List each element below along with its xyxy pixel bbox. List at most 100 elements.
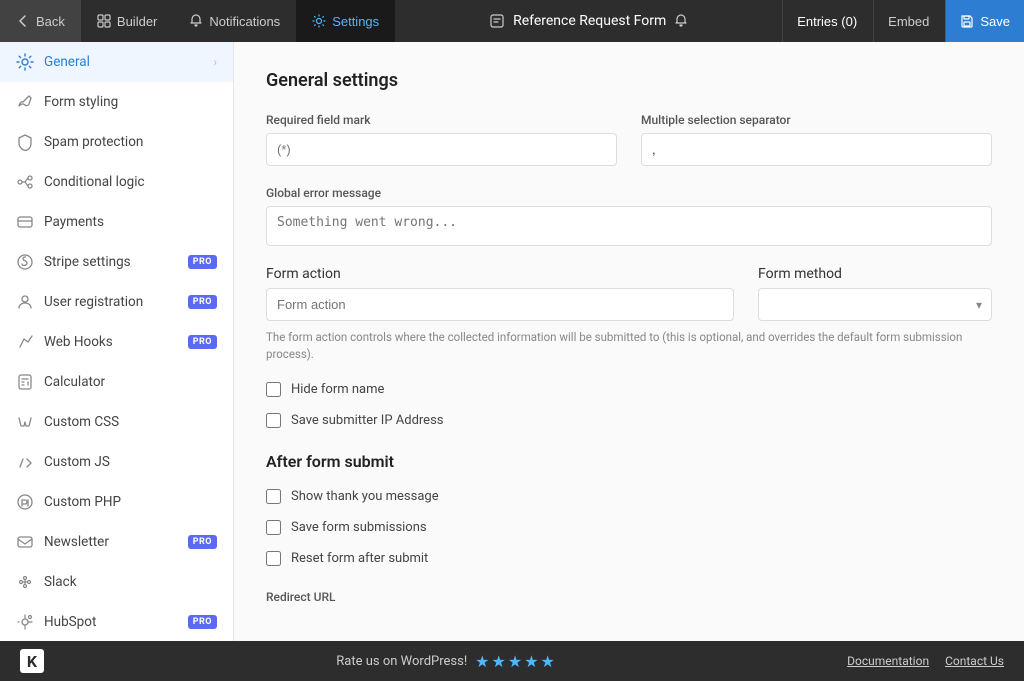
notifications-label: Notifications	[209, 14, 280, 29]
form-action-input[interactable]	[266, 288, 734, 321]
sidebar: General › Form styling Spam protection C…	[0, 42, 234, 641]
reset-form-checkbox[interactable]	[266, 551, 281, 566]
star-5: ★	[541, 652, 555, 671]
reset-form-label: Reset form after submit	[291, 551, 428, 566]
form-method-select[interactable]: GET POST	[758, 288, 992, 321]
mail-icon	[16, 533, 34, 551]
sidebar-stripe-label: Stripe settings	[44, 254, 178, 270]
sidebar-webhooks-label: Web Hooks	[44, 334, 178, 350]
multiple-selection-input[interactable]	[641, 133, 992, 166]
save-ip-checkbox[interactable]	[266, 413, 281, 428]
after-submit-title: After form submit	[266, 452, 992, 471]
sidebar-slack-label: Slack	[44, 574, 217, 590]
nav-right-actions: Entries (0) Embed Save	[782, 0, 1024, 42]
settings-button[interactable]: Settings	[296, 0, 395, 42]
sidebar-item-form-styling[interactable]: Form styling	[0, 82, 233, 122]
sidebar-spam-label: Spam protection	[44, 134, 217, 150]
save-submissions-label: Save form submissions	[291, 520, 427, 535]
field-mark-row: Required field mark Multiple selection s…	[266, 113, 992, 166]
webhook-icon	[16, 333, 34, 351]
builder-icon	[97, 14, 111, 28]
rate-text: Rate us on WordPress!	[336, 654, 467, 669]
settings-icon	[312, 14, 326, 28]
bell-icon	[189, 14, 203, 28]
css-icon	[16, 413, 34, 431]
sidebar-item-custom-css[interactable]: Custom CSS	[0, 402, 233, 442]
show-thank-you-label: Show thank you message	[291, 489, 439, 504]
global-error-input[interactable]	[266, 206, 992, 246]
bell-nav-icon	[674, 14, 688, 28]
sidebar-item-hubspot[interactable]: HubSpot PRO	[0, 602, 233, 641]
newsletter-pro-badge: PRO	[188, 535, 217, 549]
sidebar-item-newsletter[interactable]: Newsletter PRO	[0, 522, 233, 562]
entries-button[interactable]: Entries (0)	[782, 0, 871, 42]
sidebar-user-reg-label: User registration	[44, 294, 178, 310]
php-icon	[16, 493, 34, 511]
thank-you-group: Show thank you message	[266, 489, 992, 504]
global-error-group: Global error message	[266, 186, 992, 246]
star-3: ★	[508, 652, 522, 671]
top-navigation: Back Builder Notifications Settings Refe…	[0, 0, 1024, 42]
sidebar-item-calculator[interactable]: Calculator	[0, 362, 233, 402]
back-button[interactable]: Back	[0, 0, 81, 42]
sidebar-item-slack[interactable]: Slack	[0, 562, 233, 602]
global-error-label: Global error message	[266, 186, 992, 200]
form-method-group: Form method GET POST ▾	[758, 266, 992, 321]
sidebar-item-payments[interactable]: Payments	[0, 202, 233, 242]
logic-icon	[16, 173, 34, 191]
sidebar-item-webhooks[interactable]: Web Hooks PRO	[0, 322, 233, 362]
sidebar-item-conditional-logic[interactable]: Conditional logic	[0, 162, 233, 202]
section-title: General settings	[266, 70, 992, 91]
chevron-right-icon: ›	[213, 55, 217, 69]
form-method-label: Form method	[758, 266, 992, 282]
hubspot-pro-badge: PRO	[188, 615, 217, 629]
sidebar-calc-label: Calculator	[44, 374, 217, 390]
show-thank-you-checkbox[interactable]	[266, 489, 281, 504]
form-method-select-wrap: GET POST ▾	[758, 288, 992, 321]
user-reg-pro-badge: PRO	[188, 295, 217, 309]
save-label: Save	[980, 14, 1010, 29]
form-action-hint: The form action controls where the colle…	[266, 329, 992, 364]
sidebar-logic-label: Conditional logic	[44, 174, 217, 190]
sidebar-general-label: General	[44, 54, 203, 70]
notifications-button[interactable]: Notifications	[173, 0, 296, 42]
multiple-selection-group: Multiple selection separator	[641, 113, 992, 166]
action-method-row: Form action Form method GET POST ▾	[266, 266, 992, 321]
builder-button[interactable]: Builder	[81, 0, 173, 42]
sidebar-item-custom-js[interactable]: Custom JS	[0, 442, 233, 482]
sidebar-payments-label: Payments	[44, 214, 217, 230]
redirect-url-group: Redirect URL	[266, 582, 992, 604]
redirect-url-label: Redirect URL	[266, 590, 992, 604]
save-ip-label: Save submitter IP Address	[291, 413, 444, 428]
gear-icon	[16, 53, 34, 71]
sidebar-item-custom-php[interactable]: Custom PHP	[0, 482, 233, 522]
save-button[interactable]: Save	[945, 0, 1024, 42]
builder-label: Builder	[117, 14, 157, 29]
reset-form-group: Reset form after submit	[266, 551, 992, 566]
sidebar-item-general[interactable]: General ›	[0, 42, 233, 82]
sidebar-newsletter-label: Newsletter	[44, 534, 178, 550]
star-1: ★	[475, 652, 489, 671]
footer-logo: K	[20, 649, 44, 673]
slack-icon	[16, 573, 34, 591]
sidebar-item-stripe[interactable]: Stripe settings PRO	[0, 242, 233, 282]
save-submissions-group: Save form submissions	[266, 520, 992, 535]
hide-form-name-checkbox[interactable]	[266, 382, 281, 397]
footer-links: Documentation Contact Us	[847, 654, 1004, 668]
required-field-label: Required field mark	[266, 113, 617, 127]
hide-form-name-label: Hide form name	[291, 382, 384, 397]
multiple-selection-label: Multiple selection separator	[641, 113, 992, 127]
documentation-link[interactable]: Documentation	[847, 654, 929, 668]
main-content: General settings Required field mark Mul…	[234, 42, 1024, 641]
brush-icon	[16, 93, 34, 111]
save-submissions-checkbox[interactable]	[266, 520, 281, 535]
embed-label: Embed	[888, 14, 929, 29]
required-field-input[interactable]	[266, 133, 617, 166]
contact-us-link[interactable]: Contact Us	[945, 654, 1004, 668]
sidebar-item-spam-protection[interactable]: Spam protection	[0, 122, 233, 162]
sidebar-js-label: Custom JS	[44, 454, 217, 470]
embed-button[interactable]: Embed	[873, 0, 943, 42]
save-ip-group: Save submitter IP Address	[266, 413, 992, 428]
sidebar-item-user-registration[interactable]: User registration PRO	[0, 282, 233, 322]
stripe-icon	[16, 253, 34, 271]
